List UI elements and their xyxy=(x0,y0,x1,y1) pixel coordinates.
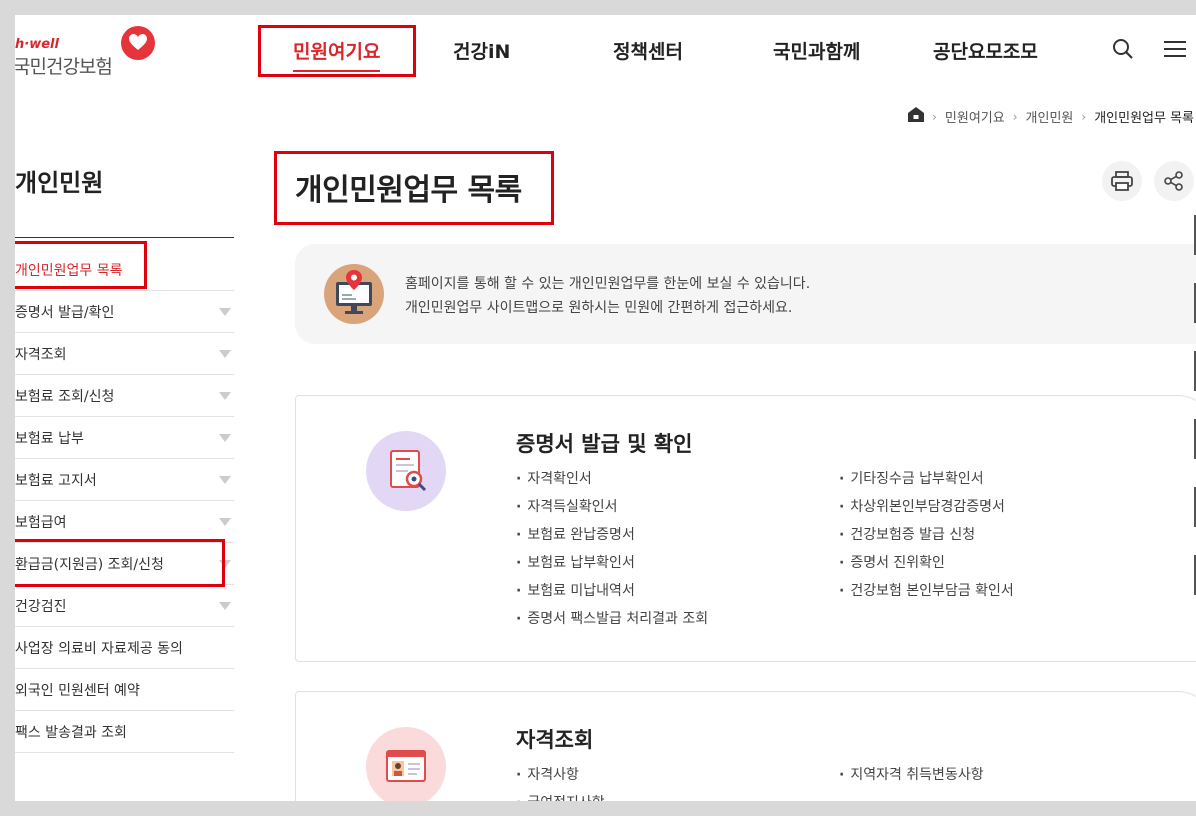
intro-text: 홈페이지를 통해 할 수 있는 개인민원업무를 한눈에 보실 수 있습니다. 개… xyxy=(405,272,810,320)
heart-logo-icon xyxy=(121,26,155,60)
logo[interactable]: h·well 국민건강보험 xyxy=(15,26,165,82)
breadcrumb-current: 개인민원업무 목록 xyxy=(1094,111,1194,126)
triangle-down-icon xyxy=(219,391,231,400)
triangle-down-icon xyxy=(219,307,231,316)
sidebar-item-benefits[interactable]: 보험급여 xyxy=(15,501,234,543)
card-link[interactable]: 차상위본인부담경감증명서 xyxy=(839,493,1014,521)
sidebar-item-checkup[interactable]: 건강검진 xyxy=(15,585,234,627)
sidebar-divider xyxy=(15,237,234,238)
nav-item-health-in[interactable]: 건강iN xyxy=(453,37,510,64)
logo-sub-text: h·well xyxy=(15,37,59,52)
nav-item-with-people[interactable]: 국민과함께 xyxy=(773,37,860,64)
card-link[interactable]: 기타징수금 납부확인서 xyxy=(839,465,1014,493)
card-title: 자격조회 xyxy=(516,728,594,752)
sidebar-item-label: 증명서 발급/확인 xyxy=(15,304,115,321)
sidebar-item-label: 외국인 민원센터 예약 xyxy=(15,682,140,699)
card-link[interactable]: 보험료 납부확인서 xyxy=(516,549,708,577)
id-card-icon xyxy=(366,727,446,801)
intro-line-2: 개인민원업무 사이트맵으로 원하시는 민원에 간편하게 접근하세요. xyxy=(405,300,793,316)
card-link[interactable]: 자격득실확인서 xyxy=(516,493,708,521)
sidebar-menu: 개인민원업무 목록 증명서 발급/확인 자격조회 보험료 조회/신청 보험료 납… xyxy=(15,249,234,753)
triangle-down-icon xyxy=(219,601,231,610)
sidebar-item-label: 사업장 의료비 자료제공 동의 xyxy=(15,640,183,657)
card-link-list-left: 자격사항 급여정지사항 xyxy=(516,761,605,801)
sidebar-item-label: 환급금(지원금) 조회/신청 xyxy=(15,556,164,573)
breadcrumb-item[interactable]: 민원여기요 xyxy=(945,107,1005,126)
share-icon xyxy=(1164,171,1183,191)
printer-icon xyxy=(1111,171,1133,191)
sidebar-item-refund[interactable]: 환급금(지원금) 조회/신청 xyxy=(15,543,234,585)
nav-item-about[interactable]: 공단요모조모 xyxy=(933,37,1038,64)
share-button[interactable] xyxy=(1154,161,1194,201)
card-link-list-right: 지역자격 취득변동사항 xyxy=(839,761,983,789)
sidebar-item-list[interactable]: 개인민원업무 목록 xyxy=(15,249,234,291)
intro-line-1: 홈페이지를 통해 할 수 있는 개인민원업무를 한눈에 보실 수 있습니다. xyxy=(405,276,811,292)
card-link-list-right: 기타징수금 납부확인서 차상위본인부담경감증명서 건강보험증 발급 신청 증명서… xyxy=(839,465,1014,605)
sidebar-item-medical-data-consent[interactable]: 사업장 의료비 자료제공 동의 xyxy=(15,627,234,669)
sidebar-item-premium-notice[interactable]: 보험료 고지서 xyxy=(15,459,234,501)
card-title: 증명서 발급 및 확인 xyxy=(516,432,693,456)
card-certificates: 증명서 발급 및 확인 자격확인서 자격득실확인서 보험료 완납증명서 보험료 … xyxy=(295,395,1196,662)
card-link[interactable]: 증명서 팩스발급 처리결과 조회 xyxy=(516,605,708,633)
sidebar-item-label: 팩스 발송결과 조회 xyxy=(15,724,127,741)
breadcrumb-item[interactable]: 개인민원 xyxy=(1026,107,1074,126)
sidebar-item-premium-inquiry[interactable]: 보험료 조회/신청 xyxy=(15,375,234,417)
sidebar-item-fax-result[interactable]: 팩스 발송결과 조회 xyxy=(15,711,234,753)
triangle-down-icon xyxy=(219,475,231,484)
triangle-down-icon xyxy=(219,433,231,442)
certificate-magnifier-icon xyxy=(366,431,446,511)
sidebar-item-label: 보험급여 xyxy=(15,514,67,531)
sidebar-item-label: 자격조회 xyxy=(15,346,67,363)
sidebar-item-certificates[interactable]: 증명서 발급/확인 xyxy=(15,291,234,333)
chevron-right-icon: › xyxy=(1012,109,1018,124)
card-link[interactable]: 자격사항 xyxy=(516,761,605,789)
card-link[interactable]: 자격확인서 xyxy=(516,465,708,493)
triangle-down-icon xyxy=(219,349,231,358)
logo-main-text: 국민건강보험 xyxy=(15,56,113,78)
card-link[interactable]: 지역자격 취득변동사항 xyxy=(839,761,983,789)
hamburger-icon[interactable] xyxy=(1164,41,1186,61)
page-title: 개인민원업무 목록 xyxy=(295,173,522,208)
card-link-list-left: 자격확인서 자격득실확인서 보험료 완납증명서 보험료 납부확인서 보험료 미납… xyxy=(516,465,708,633)
card-qualification: 자격조회 자격사항 급여정지사항 지역자격 취득변동사항 xyxy=(295,691,1196,801)
print-button[interactable] xyxy=(1102,161,1142,201)
sidebar-item-label: 보험료 조회/신청 xyxy=(15,388,115,405)
card-link[interactable]: 보험료 완납증명서 xyxy=(516,521,708,549)
monitor-location-icon xyxy=(324,264,384,324)
intro-banner: 홈페이지를 통해 할 수 있는 개인민원업무를 한눈에 보실 수 있습니다. 개… xyxy=(295,244,1196,344)
chevron-right-icon: › xyxy=(932,109,937,124)
sidebar-item-foreigner-reservation[interactable]: 외국인 민원센터 예약 xyxy=(15,669,234,711)
sidebar-item-qualification[interactable]: 자격조회 xyxy=(15,333,234,375)
sidebar-title: 개인민원 xyxy=(15,169,104,197)
nav-item-minwon[interactable]: 민원여기요 xyxy=(293,37,381,72)
sidebar-item-label: 건강검진 xyxy=(15,598,67,615)
triangle-down-icon xyxy=(219,559,231,568)
page: h·well 국민건강보험 민원여기요 건강iN 정책센터 국민과함께 공단요모… xyxy=(15,15,1196,801)
breadcrumb: › 민원여기요 › 개인민원 › 개인민원업무 목록 xyxy=(908,107,1194,126)
card-link[interactable]: 증명서 진위확인 xyxy=(839,549,1014,577)
nav-item-policy-center[interactable]: 정책센터 xyxy=(613,37,683,64)
triangle-down-icon xyxy=(219,517,231,526)
card-link[interactable]: 건강보험 본인부담금 확인서 xyxy=(839,577,1013,605)
home-icon[interactable] xyxy=(908,107,925,126)
chevron-right-icon: › xyxy=(1081,109,1087,124)
card-link[interactable]: 건강보험증 발급 신청 xyxy=(839,521,1014,549)
card-link[interactable]: 보험료 미납내역서 xyxy=(516,577,708,605)
card-link[interactable]: 급여정지사항 xyxy=(516,789,604,801)
sidebar-item-label: 보험료 납부 xyxy=(15,430,84,447)
sidebar-item-premium-payment[interactable]: 보험료 납부 xyxy=(15,417,234,459)
sidebar-item-label: 보험료 고지서 xyxy=(15,472,97,489)
search-icon[interactable] xyxy=(1112,38,1134,64)
sidebar-item-label: 개인민원업무 목록 xyxy=(15,262,123,279)
